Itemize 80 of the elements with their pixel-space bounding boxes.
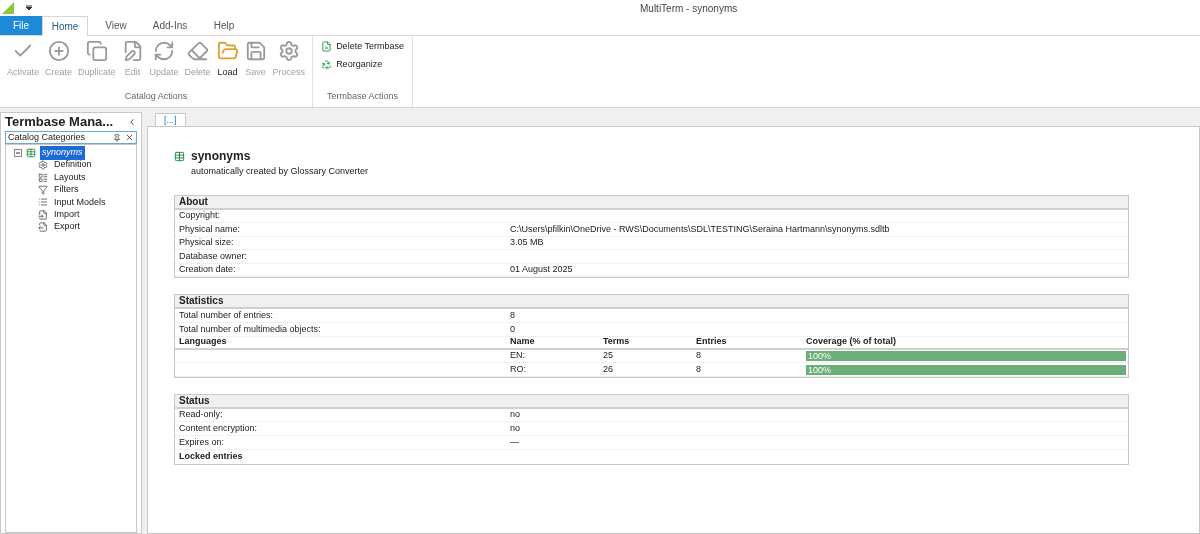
list-icon xyxy=(38,197,48,208)
table-cell-text: 8 xyxy=(696,362,702,376)
coverage-value: 100% xyxy=(808,350,832,361)
collapse-icon[interactable] xyxy=(127,117,137,127)
table-cell-text: RO: xyxy=(510,362,527,376)
ribbon-button[interactable]: Delete Termbase xyxy=(321,40,404,54)
tree-item[interactable]: Import xyxy=(52,208,82,222)
languages-heading: Languages xyxy=(178,335,228,349)
field-value: 3.05 MB xyxy=(510,236,544,250)
table-cell-text: EN: xyxy=(510,349,526,363)
tree-item[interactable]: Input Models xyxy=(52,195,108,210)
document-tab[interactable]: [...] xyxy=(155,113,186,126)
group-label: Catalog Actions xyxy=(123,89,189,103)
eraser-icon xyxy=(186,40,209,62)
panel-title: Termbase Mana... xyxy=(5,113,114,132)
tree-item[interactable]: Export xyxy=(52,220,82,234)
group-label: Termbase Actions xyxy=(326,89,400,103)
column-header: Terms xyxy=(603,335,631,349)
ribbon-tab[interactable]: Add-Ins xyxy=(140,16,200,35)
termbase-name: synonyms xyxy=(191,148,251,165)
tree-item[interactable]: Filters xyxy=(52,183,81,197)
field-label: Physical size: xyxy=(178,236,235,250)
ribbon-button[interactable]: Load xyxy=(213,40,242,80)
recycle-icon xyxy=(321,58,333,70)
field-label: Total number of multimedia objects: xyxy=(178,322,322,336)
collapse-icon[interactable] xyxy=(14,149,22,157)
field-label: Creation date: xyxy=(178,263,237,277)
folder-icon xyxy=(216,40,239,62)
save-icon xyxy=(244,40,267,62)
column-header: Coverage (% of total) xyxy=(806,335,896,349)
ribbon-tab[interactable]: Home xyxy=(42,16,88,36)
table-cell-text: 25 xyxy=(603,349,614,363)
field-label: Database owner: xyxy=(178,249,249,263)
table-icon xyxy=(174,150,185,162)
table-icon xyxy=(26,148,36,158)
pin-icon[interactable] xyxy=(113,133,121,142)
termbase-description: automatically created by Glossary Converter xyxy=(191,165,370,178)
tree-item[interactable]: Definition xyxy=(52,158,94,172)
field-label: Read-only: xyxy=(178,408,224,422)
field-value: 8 xyxy=(510,309,515,322)
tree-item[interactable]: synonyms xyxy=(40,146,85,160)
locked-entries-heading: Locked entries xyxy=(178,449,244,463)
filter-icon xyxy=(38,184,48,195)
field-value: 01 August 2025 xyxy=(510,263,573,277)
section-title: Status xyxy=(175,394,1128,409)
field-label: Expires on: xyxy=(178,435,226,449)
ribbon-tab[interactable]: File xyxy=(0,16,42,35)
field-value: no xyxy=(510,408,520,422)
close-icon[interactable] xyxy=(125,133,134,142)
column-header: Entries xyxy=(696,335,728,349)
section-title: About xyxy=(175,195,1128,210)
table-cell-text: 26 xyxy=(603,362,614,376)
quick-access-icon[interactable] xyxy=(26,5,32,11)
copy-icon xyxy=(85,40,108,62)
field-label: Content encryption: xyxy=(178,422,259,435)
ribbon-button[interactable]: Reorganize xyxy=(321,57,404,71)
field-label: Physical name: xyxy=(178,222,242,236)
export-icon xyxy=(38,222,48,233)
field-value: C:\Users\pfilkin\OneDrive - RWS\Documents\SDL\TESTING\Seraina Hartmann\synonyms.sdltb xyxy=(510,222,890,236)
field-value: 0 xyxy=(510,322,515,336)
table-cell-text: 8 xyxy=(696,349,702,363)
tree-item[interactable]: Layouts xyxy=(52,170,88,185)
field-value: no xyxy=(510,422,520,435)
category-title: Catalog Categories xyxy=(8,130,87,144)
field-label: Total number of entries: xyxy=(178,309,275,322)
window-title: MultiTerm - synonyms xyxy=(640,1,738,16)
section-title: Statistics xyxy=(175,295,1128,310)
delete-table-icon xyxy=(321,41,333,53)
field-label: Copyright: xyxy=(178,209,222,223)
layout-icon xyxy=(38,172,48,183)
ribbon-tab[interactable]: View xyxy=(92,16,140,35)
gear-icon xyxy=(277,40,300,62)
field-value: — xyxy=(510,435,519,449)
column-header: Name xyxy=(510,335,536,349)
refresh-icon xyxy=(153,40,176,62)
import-icon xyxy=(38,209,48,220)
plus-circle-icon xyxy=(47,40,70,62)
ribbon-tab[interactable]: Help xyxy=(200,16,248,35)
gear-icon xyxy=(38,160,48,171)
coverage-value: 100% xyxy=(808,364,832,375)
